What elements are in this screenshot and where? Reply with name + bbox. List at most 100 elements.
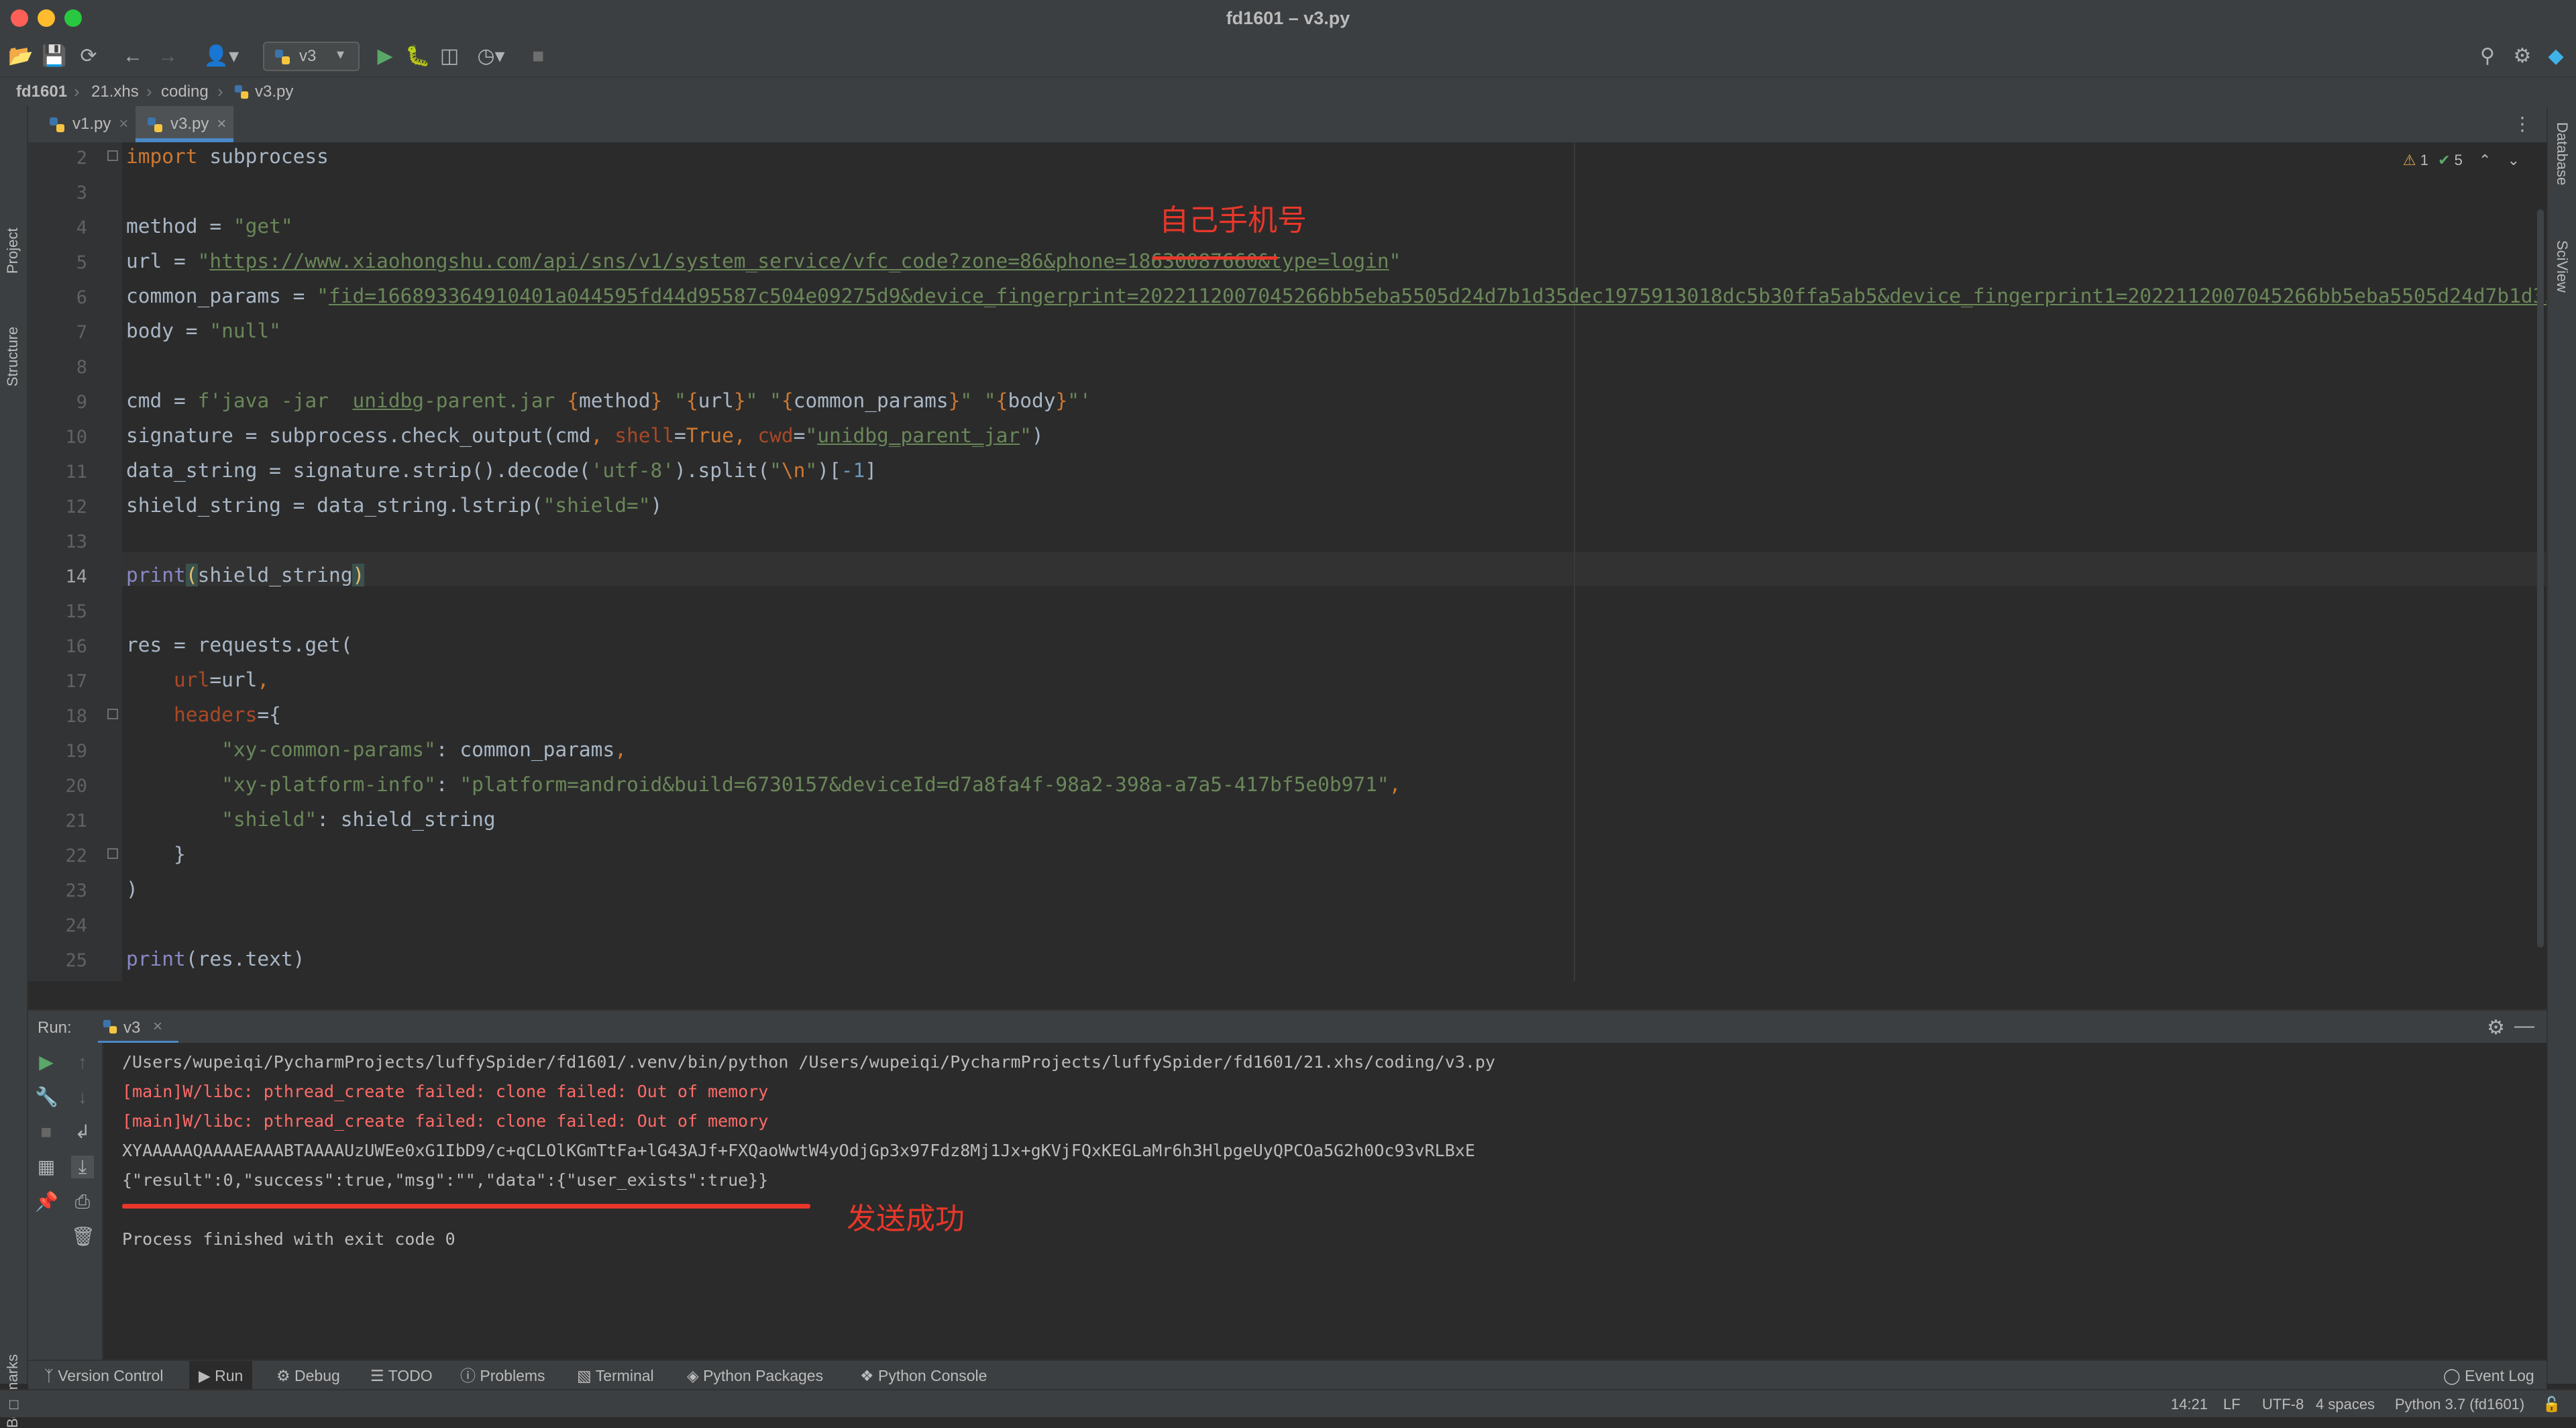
run-icon[interactable]: ▶ bbox=[373, 44, 397, 68]
success-underline-mark bbox=[122, 1204, 810, 1209]
line-number: 12 bbox=[65, 497, 87, 517]
sync-icon[interactable]: ⟳ bbox=[76, 44, 101, 68]
back-arrow-icon[interactable]: ← bbox=[121, 44, 145, 68]
sciview-tool-button[interactable]: SciView bbox=[2553, 240, 2571, 293]
breadcrumb-folder-coding[interactable]: coding bbox=[161, 83, 209, 101]
user-dropdown-icon[interactable]: 👤▾ bbox=[203, 44, 240, 68]
editor-scrollbar[interactable] bbox=[2537, 209, 2544, 948]
event-log-tool-button[interactable]: ◯ Event Log bbox=[2443, 1361, 2534, 1390]
project-tool-button[interactable]: Project bbox=[4, 228, 21, 274]
debug-icon[interactable]: 🐛 bbox=[405, 44, 430, 68]
scroll-to-end-icon[interactable]: ⤓ bbox=[71, 1156, 94, 1178]
code-line-5: url = "https://www.xiaohongshu.com/api/s… bbox=[126, 250, 1401, 272]
bottom-tool-bar: ᛉ Version Control ▶ Run ⚙ Debug ☰ TODO ⓘ… bbox=[28, 1360, 2546, 1390]
right-tool-strip: Database SciView bbox=[2546, 106, 2576, 1384]
layout-icon[interactable]: ▦ bbox=[35, 1156, 58, 1178]
run-tool-button[interactable]: ▶ Run bbox=[189, 1361, 253, 1390]
run-icon: ▶ bbox=[199, 1367, 215, 1384]
line-number: 21 bbox=[65, 811, 87, 831]
search-icon[interactable]: ⚲ bbox=[2475, 44, 2500, 68]
fold-marker-icon[interactable] bbox=[107, 150, 118, 161]
terminal-tool-button[interactable]: ▧ Terminal bbox=[577, 1361, 654, 1390]
run-configuration-select[interactable]: v3 ▾ bbox=[263, 42, 360, 71]
python-packages-tool-button[interactable]: ◈ Python Packages bbox=[687, 1361, 823, 1390]
line-number: 13 bbox=[65, 531, 87, 552]
arrow-up-icon[interactable]: ↑ bbox=[71, 1051, 94, 1074]
fold-marker-icon[interactable] bbox=[107, 848, 118, 859]
debug-icon: ⚙ bbox=[276, 1367, 295, 1384]
code-line-22: } bbox=[126, 843, 186, 866]
close-tab-icon[interactable]: × bbox=[153, 1017, 162, 1036]
speech-bubble-icon: ◯ bbox=[2443, 1367, 2465, 1384]
line-separator[interactable]: LF bbox=[2223, 1396, 2241, 1413]
python-icon bbox=[103, 1019, 117, 1034]
pin-icon[interactable]: 📌 bbox=[35, 1190, 58, 1213]
structure-tool-button[interactable]: Structure bbox=[4, 327, 21, 387]
current-line-highlight bbox=[122, 552, 2546, 586]
plugin-icon[interactable]: ◆ bbox=[2544, 44, 2568, 68]
breadcrumb-folder-xhs[interactable]: 21.xhs bbox=[91, 83, 139, 101]
line-number: 6 bbox=[76, 287, 87, 308]
chevron-down-icon[interactable]: ⌄ bbox=[2508, 152, 2520, 168]
stop-icon[interactable]: ■ bbox=[35, 1121, 58, 1143]
python-console-tool-button[interactable]: ❖ Python Console bbox=[860, 1361, 987, 1390]
code-editor[interactable]: 2 3 4 5 6 7 8 9 10 11 12 13 14 15 16 17 … bbox=[28, 142, 2546, 981]
breadcrumb-project[interactable]: fd1601 bbox=[16, 83, 67, 101]
more-options-icon[interactable]: ⋮ bbox=[2513, 113, 2532, 135]
line-number: 8 bbox=[76, 357, 87, 378]
forward-arrow-icon[interactable]: → bbox=[156, 44, 180, 68]
save-icon[interactable]: 💾 bbox=[42, 44, 66, 68]
debug-tool-button[interactable]: ⚙ Debug bbox=[276, 1361, 340, 1390]
tab-label: v3.py bbox=[170, 115, 209, 133]
soft-wrap-icon[interactable]: ↲ bbox=[71, 1121, 94, 1143]
tab-v3-py[interactable]: v3.py × bbox=[136, 106, 233, 142]
minimize-panel-icon[interactable]: — bbox=[2514, 1015, 2534, 1037]
gear-icon[interactable]: ⚙ bbox=[2487, 1016, 2505, 1039]
lock-icon[interactable]: 🔓 bbox=[2542, 1396, 2561, 1413]
line-number: 14 bbox=[65, 566, 87, 587]
coverage-icon[interactable]: ◫ bbox=[437, 44, 462, 68]
caret-position[interactable]: 14:21 bbox=[2171, 1396, 2208, 1413]
panel-splitter[interactable] bbox=[28, 981, 2546, 1009]
open-folder-icon[interactable]: 📂 bbox=[8, 44, 33, 68]
database-tool-button[interactable]: Database bbox=[2553, 122, 2571, 185]
console-line-error: [main]W/libc: pthread_create failed: clo… bbox=[122, 1111, 769, 1131]
fold-marker-icon[interactable] bbox=[107, 709, 118, 719]
tab-label: v1.py bbox=[72, 115, 111, 133]
line-number: 17 bbox=[65, 671, 87, 692]
python-file-icon bbox=[234, 85, 249, 99]
code-line-25: print(res.text) bbox=[126, 948, 305, 970]
wrench-icon[interactable]: 🔧 bbox=[35, 1086, 58, 1109]
run-tab-v3[interactable]: v3 × bbox=[98, 1011, 178, 1044]
code-line-9: cmd = f'java -jar unidbg-parent.jar {met… bbox=[126, 389, 1091, 412]
version-control-button[interactable]: ᛉ Version Control bbox=[44, 1361, 163, 1390]
chevron-up-icon[interactable]: ⌃ bbox=[2479, 152, 2491, 168]
inspection-widget[interactable]: ⚠ 1 ✔ 5 ⌃ ⌄ bbox=[2403, 152, 2520, 169]
rerun-icon[interactable]: ▶ bbox=[35, 1051, 58, 1074]
file-encoding[interactable]: UTF-8 bbox=[2262, 1396, 2304, 1413]
line-number: 16 bbox=[65, 636, 87, 657]
indent-setting[interactable]: 4 spaces bbox=[2316, 1396, 2375, 1413]
profile-dropdown-icon[interactable]: ◷▾ bbox=[471, 44, 511, 68]
gear-icon[interactable]: ⚙ bbox=[2510, 44, 2534, 68]
warning-icon: ⚠ bbox=[2402, 152, 2416, 168]
tab-v1-py[interactable]: v1.py × bbox=[38, 106, 131, 142]
print-icon[interactable]: ⎙ bbox=[71, 1190, 94, 1213]
run-tool-window-header: Run: v3 × ⚙ — bbox=[28, 1009, 2546, 1044]
editor-tab-bar: v1.py × v3.py × ⋮ bbox=[28, 106, 2546, 144]
python-interpreter[interactable]: Python 3.7 (fd1601) bbox=[2395, 1396, 2524, 1413]
breadcrumb-file[interactable]: v3.py bbox=[255, 83, 293, 101]
python-file-icon bbox=[148, 117, 162, 132]
close-tab-icon[interactable]: × bbox=[217, 115, 226, 133]
url-link[interactable]: https://www.xiaohongshu.com/api/sns/v1/s… bbox=[209, 250, 1389, 272]
trash-icon[interactable]: 🗑 bbox=[71, 1225, 95, 1248]
stop-icon[interactable]: ■ bbox=[526, 44, 550, 68]
problems-tool-button[interactable]: ⓘ Problems bbox=[460, 1361, 545, 1390]
arrow-down-icon[interactable]: ↓ bbox=[71, 1086, 94, 1109]
todo-tool-button[interactable]: ☰ TODO bbox=[370, 1361, 433, 1390]
line-number: 7 bbox=[76, 322, 87, 343]
close-tab-icon[interactable]: × bbox=[119, 115, 128, 133]
panel-toggle-icon[interactable]: □ bbox=[9, 1396, 18, 1413]
run-console[interactable]: ▶ 🔧 ■ ▦ 📌 ↑ ↓ ↲ ⤓ ⎙ 🗑 /Users/wupeiqi/Pyc… bbox=[28, 1043, 2546, 1360]
phone-annotation: 自己手机号 bbox=[1159, 204, 1307, 237]
